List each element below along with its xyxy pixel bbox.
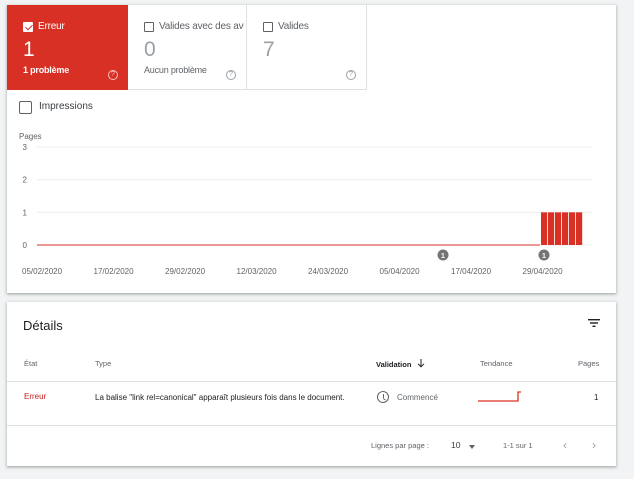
tile-valid-with-warnings[interactable]: Valides avec des avertissements 0 Aucun … xyxy=(128,5,247,90)
chart-annotation-label: 1 xyxy=(441,253,445,260)
chart-y-tick-label: 0 xyxy=(23,241,28,250)
chart-y-tick-label: 2 xyxy=(23,176,28,185)
tile-error-subtitle: 1 problème xyxy=(23,65,70,75)
chart-x-tick-label: 29/02/2020 xyxy=(165,267,206,276)
tile-valid-label: Valides xyxy=(278,21,309,32)
trend-sparkline xyxy=(478,391,521,402)
summary-card: Erreur 1 1 problème ? Valides avec des a… xyxy=(7,5,616,293)
tile-valid[interactable]: Valides 7 ? xyxy=(247,5,367,90)
tile-valid-warnings-count: 0 xyxy=(144,38,156,61)
valid-warnings-checkbox[interactable] xyxy=(144,22,154,32)
chart-x-tick-label: 12/03/2020 xyxy=(237,267,278,276)
help-icon[interactable]: ? xyxy=(226,70,236,80)
chart-x-tick-label: 24/03/2020 xyxy=(308,267,349,276)
chart-annotation-label: 1 xyxy=(542,253,546,260)
tile-error[interactable]: Erreur 1 1 problème ? xyxy=(7,5,128,90)
pages-chart: Pages 3 2 1 0 05/02/2020 17/02/2020 29/02/2020 1… xyxy=(7,125,616,285)
chart-x-tick-label: 17/04/2020 xyxy=(451,267,492,276)
rows-per-page-select[interactable]: 10 xyxy=(451,440,460,450)
error-checkbox[interactable] xyxy=(23,22,33,32)
help-icon[interactable]: ? xyxy=(346,70,356,80)
column-header-trend[interactable]: Tendance xyxy=(480,359,513,368)
column-header-validation-label: Validation xyxy=(376,360,412,369)
row-pages: 1 xyxy=(594,393,599,402)
caret-down-icon[interactable] xyxy=(469,445,475,449)
row-divider xyxy=(7,425,616,426)
impressions-label: Impressions xyxy=(39,101,93,112)
tile-error-count: 1 xyxy=(23,38,35,61)
filter-icon[interactable] xyxy=(588,318,600,328)
chart-svg: Pages 3 2 1 0 05/02/2020 17/02/2020 29/02/2020 1… xyxy=(19,132,592,276)
chart-x-tick-label: 29/04/2020 xyxy=(523,267,564,276)
chart-x-tick-label: 05/04/2020 xyxy=(380,267,421,276)
tile-valid-warnings-subtitle: Aucun problème xyxy=(144,65,207,75)
column-header-type[interactable]: Type xyxy=(95,359,111,368)
column-header-state[interactable]: État xyxy=(24,359,37,368)
chart-bar xyxy=(548,212,555,245)
clock-icon xyxy=(377,391,389,403)
row-state: Erreur xyxy=(24,392,47,401)
chart-y-tick-label: 1 xyxy=(23,208,28,217)
tile-valid-count: 7 xyxy=(263,38,275,61)
next-page-button[interactable]: › xyxy=(592,438,596,452)
details-title: Détails xyxy=(23,318,63,333)
rows-per-page-label: Lignes par page : xyxy=(371,441,429,450)
chart-x-tick-label: 17/02/2020 xyxy=(94,267,135,276)
chart-y-tick-label: 3 xyxy=(23,143,28,152)
sort-arrow-down-icon xyxy=(417,359,424,368)
tile-valid-warnings-label: Valides avec des avertissements xyxy=(159,21,244,32)
tile-error-label: Erreur xyxy=(38,21,65,32)
valid-checkbox[interactable] xyxy=(263,22,273,32)
chart-bar xyxy=(569,212,576,245)
chart-x-tick-label: 05/02/2020 xyxy=(22,267,63,276)
chart-bar xyxy=(555,212,562,245)
row-validation-status: Commencé xyxy=(397,393,438,402)
chart-bar xyxy=(562,212,569,245)
column-header-pages[interactable]: Pages xyxy=(578,359,599,368)
chart-y-axis-title: Pages xyxy=(19,132,42,141)
impressions-checkbox[interactable] xyxy=(19,101,32,114)
chart-bar xyxy=(541,212,548,245)
row-type: La balise "link rel=canonical" apparaît … xyxy=(95,393,345,402)
header-divider xyxy=(7,381,616,382)
previous-page-button[interactable]: ‹ xyxy=(563,438,567,452)
chart-bar xyxy=(576,212,583,245)
help-icon[interactable]: ? xyxy=(108,70,118,80)
pagination-range: 1-1 sur 1 xyxy=(503,441,533,450)
column-header-validation[interactable]: Validation xyxy=(376,359,425,369)
details-card: Détails État Type Validation Tendance Pa… xyxy=(7,302,616,466)
